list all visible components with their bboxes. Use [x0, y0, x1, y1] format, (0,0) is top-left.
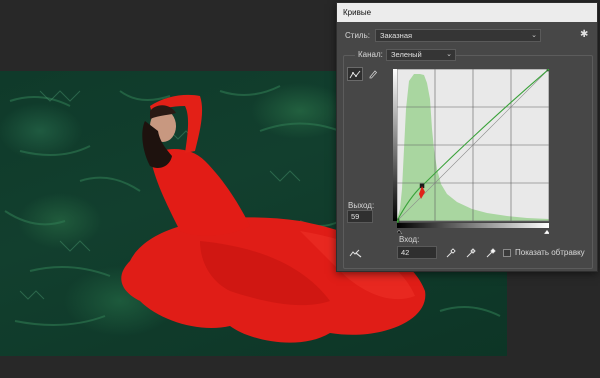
- channel-value: Зеленый: [391, 50, 422, 59]
- black-eyedropper-icon[interactable]: [445, 247, 457, 259]
- show-clipping-checkbox[interactable]: [503, 249, 511, 257]
- pencil-icon[interactable]: [365, 67, 381, 81]
- white-point-slider[interactable]: [543, 229, 549, 234]
- preset-label: Стиль:: [345, 31, 370, 40]
- input-field[interactable]: 42: [397, 246, 437, 259]
- curves-dialog: Кривые Стиль: Заказная ⌄ ✱ Канал: Зелены…: [336, 2, 598, 272]
- gear-icon[interactable]: ✱: [580, 29, 588, 40]
- dialog-title[interactable]: Кривые: [337, 3, 597, 22]
- chevron-down-icon: ⌄: [446, 51, 452, 58]
- chevron-down-icon: ⌄: [531, 32, 537, 39]
- gray-eyedropper-icon[interactable]: [465, 247, 477, 259]
- curve-point-tool-icon[interactable]: [347, 67, 363, 81]
- channel-dropdown[interactable]: Зеленый ⌄: [386, 49, 456, 61]
- black-point-slider[interactable]: [397, 229, 403, 234]
- curves-graph[interactable]: [397, 69, 549, 234]
- output-label: Выход:: [348, 201, 375, 210]
- channel-label: Канал:: [355, 50, 386, 59]
- curve-point[interactable]: [546, 69, 549, 72]
- preset-value: Заказная: [380, 31, 413, 40]
- input-gradient-bar: [397, 223, 549, 228]
- output-field[interactable]: 59: [347, 210, 373, 223]
- output-gradient-bar: [393, 69, 397, 221]
- input-label: Вход:: [399, 235, 420, 244]
- on-image-adjust-icon[interactable]: [347, 246, 363, 260]
- curve-point[interactable]: [397, 218, 400, 224]
- preset-dropdown[interactable]: Заказная ⌄: [375, 29, 541, 42]
- show-clipping-label: Показать обтравку: [515, 248, 585, 257]
- white-eyedropper-icon[interactable]: [485, 247, 497, 259]
